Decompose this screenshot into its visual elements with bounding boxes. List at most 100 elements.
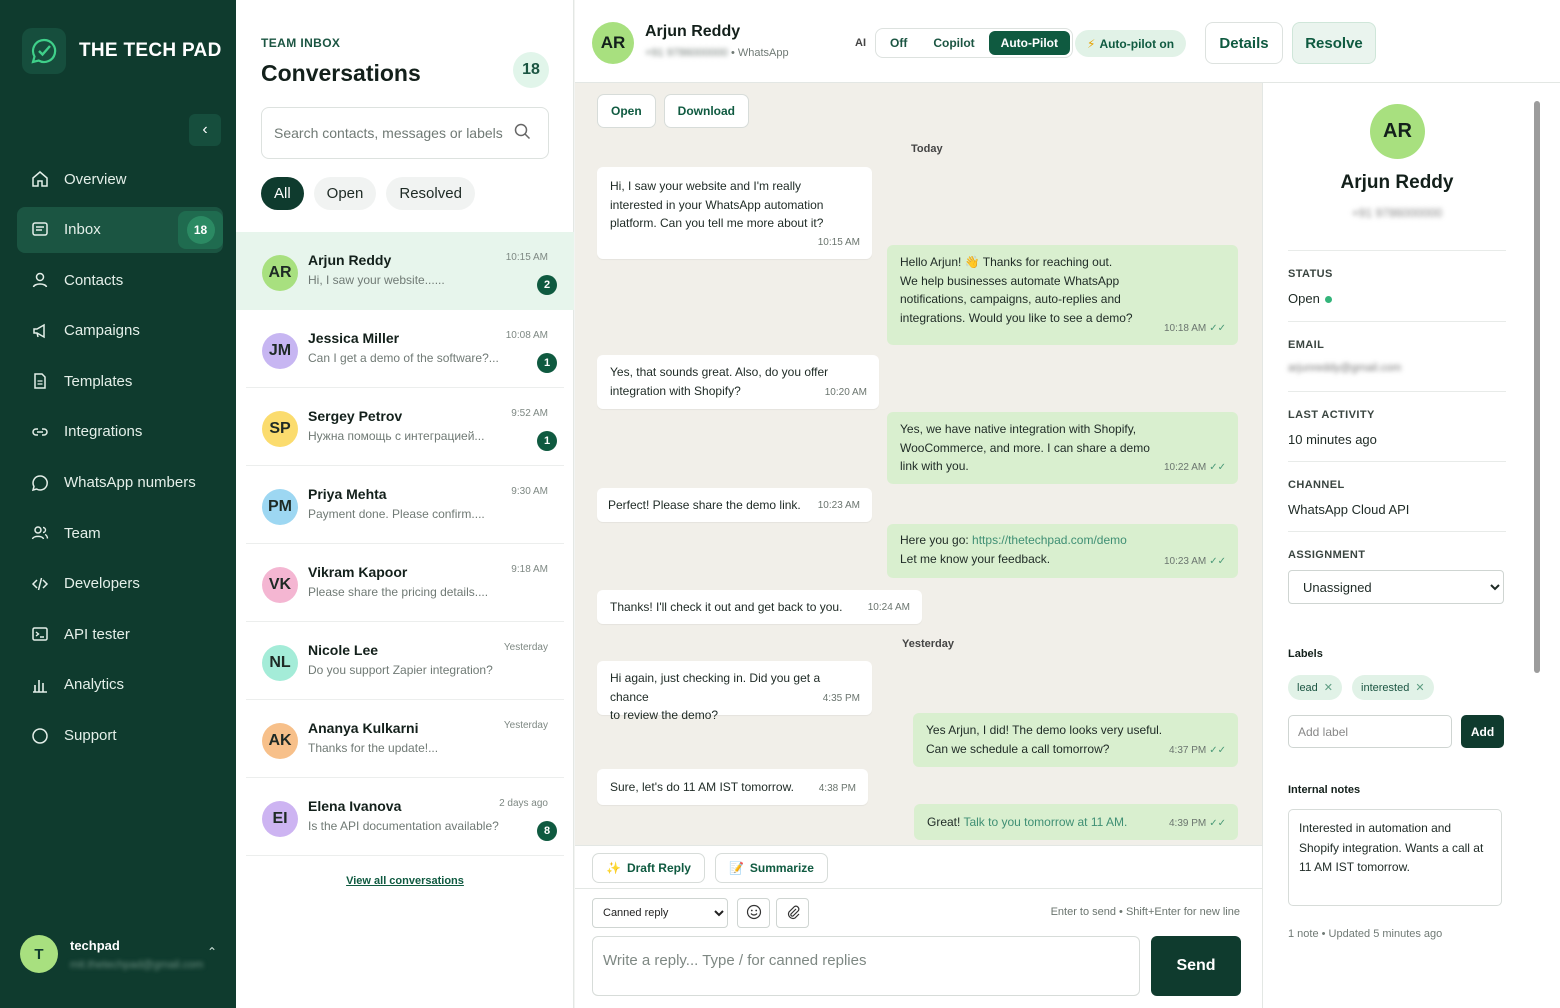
last-activity-section: LAST ACTIVITY 10 minutes ago	[1288, 391, 1506, 447]
conversation-preview: Is the API documentation available?	[308, 819, 499, 833]
labels-list: lead ✕ interested ✕	[1288, 675, 1434, 700]
conversation-item[interactable]: AK Ananya Kulkarni Thanks for the update!.…	[246, 700, 564, 778]
conversation-item[interactable]: JM Jessica Miller Can I get a demo of the …	[246, 310, 564, 388]
sidebar-item-inbox[interactable]: Inbox 18	[17, 206, 223, 253]
remove-label-icon[interactable]: ✕	[1324, 681, 1333, 694]
terminal-icon	[30, 624, 50, 644]
ai-mode-off[interactable]: Off	[878, 31, 919, 55]
ai-mode-autopilot[interactable]: Auto-Pilot	[988, 31, 1070, 55]
search-input[interactable]	[274, 125, 514, 141]
chat-header: AR Arjun Reddy +91 9786000000 • WhatsApp…	[575, 0, 1560, 83]
message-time: 10:22 AM ✓✓	[1163, 461, 1226, 473]
conversation-name: Priya Mehta	[308, 486, 387, 502]
message-incoming: Thanks! I'll check it out and get back t…	[597, 590, 922, 624]
filter-open[interactable]: Open	[313, 177, 377, 210]
message-time: 4:39 PM ✓✓	[1168, 817, 1226, 829]
chart-icon	[30, 675, 50, 695]
code-icon	[30, 574, 50, 594]
open-button[interactable]: Open	[597, 94, 656, 128]
assignment-select[interactable]: Unassigned	[1288, 570, 1504, 604]
notepad-icon: 📝	[728, 861, 744, 875]
conversation-item[interactable]: AR Arjun Reddy Hi, I saw your website.....…	[236, 232, 574, 310]
message-time: 4:35 PM	[822, 692, 860, 704]
avatar: T	[20, 935, 58, 973]
conversation-item[interactable]: NL Nicole Lee Do you support Zapier integr…	[246, 622, 564, 700]
contact-phone: +91 9786000000	[1351, 206, 1443, 220]
sidebar-item-templates[interactable]: Templates	[17, 358, 223, 404]
labels-title: Labels	[1288, 648, 1323, 660]
avatar: EI	[262, 801, 298, 837]
brand[interactable]: THE TECH PAD	[22, 28, 222, 74]
sidebar-item-campaigns[interactable]: Campaigns	[17, 308, 223, 354]
last-activity-value: 10 minutes ago	[1288, 432, 1377, 447]
sidebar: THE TECH PAD ‹ Overview Inbox 18 Contact…	[0, 0, 236, 1008]
conversation-time: 10:08 AM	[505, 330, 548, 341]
filter-all[interactable]: All	[261, 177, 304, 210]
status-dot-icon	[1324, 296, 1332, 304]
sidebar-item-team[interactable]: Team	[17, 510, 223, 556]
download-button[interactable]: Download	[663, 94, 749, 128]
remove-label-icon[interactable]: ✕	[1415, 681, 1424, 694]
conversation-panel: TEAM INBOX Conversations 18 All Open Res…	[236, 0, 574, 1008]
search-box[interactable]	[261, 107, 549, 159]
view-all-conversations-link[interactable]: View all conversations	[236, 875, 574, 887]
reply-input[interactable]	[592, 936, 1140, 996]
contact-name: Arjun Reddy	[1340, 172, 1454, 193]
send-hint: Enter to send • Shift+Enter for new line	[1050, 906, 1240, 918]
label-chip[interactable]: interested ✕	[1352, 675, 1434, 700]
filter-resolved[interactable]: Resolved	[386, 177, 475, 210]
channel-value: WhatsApp Cloud API	[1288, 502, 1410, 517]
emoji-button[interactable]	[737, 898, 770, 928]
sidebar-item-label: Team	[64, 524, 101, 542]
notes-meta: 1 note • Updated 5 minutes ago	[1288, 928, 1443, 940]
sidebar-item-analytics[interactable]: Analytics	[17, 662, 223, 708]
summarize-button[interactable]: 📝 Summarize	[714, 853, 828, 883]
message-incoming: Perfect! Please share the demo link. 10:…	[597, 488, 872, 522]
sidebar-item-developers[interactable]: Developers	[17, 561, 223, 607]
ai-mode-toggle: Off Copilot Auto-Pilot	[875, 28, 1073, 58]
sidebar-item-label: Overview	[64, 170, 127, 188]
sidebar-item-contacts[interactable]: Contacts	[17, 257, 223, 303]
contact-subtitle: +91 9786000000 • WhatsApp	[645, 47, 789, 59]
conversation-item[interactable]: VK Vikram Kapoor Please share the pricing …	[246, 544, 564, 622]
attach-button[interactable]	[776, 898, 809, 928]
demo-link[interactable]: https://thetechpad.com/demo	[972, 533, 1127, 547]
resolve-button[interactable]: Resolve	[1292, 22, 1376, 64]
draft-reply-button[interactable]: ✨ Draft Reply	[592, 853, 705, 883]
search-icon[interactable]	[514, 123, 531, 143]
sidebar-item-api-tester[interactable]: API tester	[17, 611, 223, 657]
autopilot-status-badge: ⚡ Auto-pilot on	[1075, 30, 1187, 57]
conversation-list: AR Arjun Reddy Hi, I saw your website.....…	[236, 232, 574, 856]
sidebar-item-whatsapp-numbers[interactable]: WhatsApp numbers	[17, 460, 223, 506]
sidebar-item-support[interactable]: Support	[17, 713, 223, 759]
scrollbar[interactable]	[1534, 101, 1540, 673]
message-time: 10:24 AM	[867, 601, 910, 613]
send-button[interactable]: Send	[1151, 936, 1241, 996]
message-thread[interactable]: Open Download Today Yesterday Hi, I saw …	[575, 83, 1262, 845]
add-label-input[interactable]	[1288, 715, 1452, 748]
assignment-section: ASSIGNMENT	[1288, 531, 1506, 561]
ai-mode-copilot[interactable]: Copilot	[921, 31, 986, 55]
unread-badge: 2	[537, 275, 557, 295]
message-time: 10:18 AM ✓✓	[1163, 322, 1226, 334]
conversation-preview: Thanks for the update!...	[308, 741, 439, 755]
conversation-item[interactable]: PM Priya Mehta Payment done. Please confir…	[246, 466, 564, 544]
composer: ✨ Draft Reply 📝 Summarize Canned reply Ent…	[575, 845, 1262, 1008]
details-button[interactable]: Details	[1205, 22, 1283, 64]
chevron-up-icon: ⌃	[206, 945, 217, 959]
circle-icon	[30, 726, 50, 746]
conversation-name: Vikram Kapoor	[308, 564, 408, 580]
collapse-sidebar-button[interactable]: ‹	[189, 114, 221, 146]
add-label-button[interactable]: Add	[1461, 715, 1504, 748]
canned-reply-select[interactable]: Canned reply	[592, 898, 728, 928]
sidebar-item-integrations[interactable]: Integrations	[17, 409, 223, 455]
conversation-item[interactable]: SP Sergey Petrov Нужна помощь с интеграцие…	[246, 388, 564, 466]
internal-notes[interactable]: Interested in automation and Shopify int…	[1288, 809, 1502, 906]
label-chip[interactable]: lead ✕	[1288, 675, 1343, 700]
conversation-item[interactable]: EI Elena Ivanova Is the API documentation …	[246, 778, 564, 856]
conversation-name: Arjun Reddy	[308, 252, 392, 268]
sidebar-item-overview[interactable]: Overview	[17, 156, 223, 202]
user-menu[interactable]: T techpad mit.thetechpad@gmail.com ⌃	[20, 935, 225, 973]
sidebar-item-label: Developers	[64, 575, 140, 593]
double-check-icon: ✓✓	[1209, 322, 1226, 334]
